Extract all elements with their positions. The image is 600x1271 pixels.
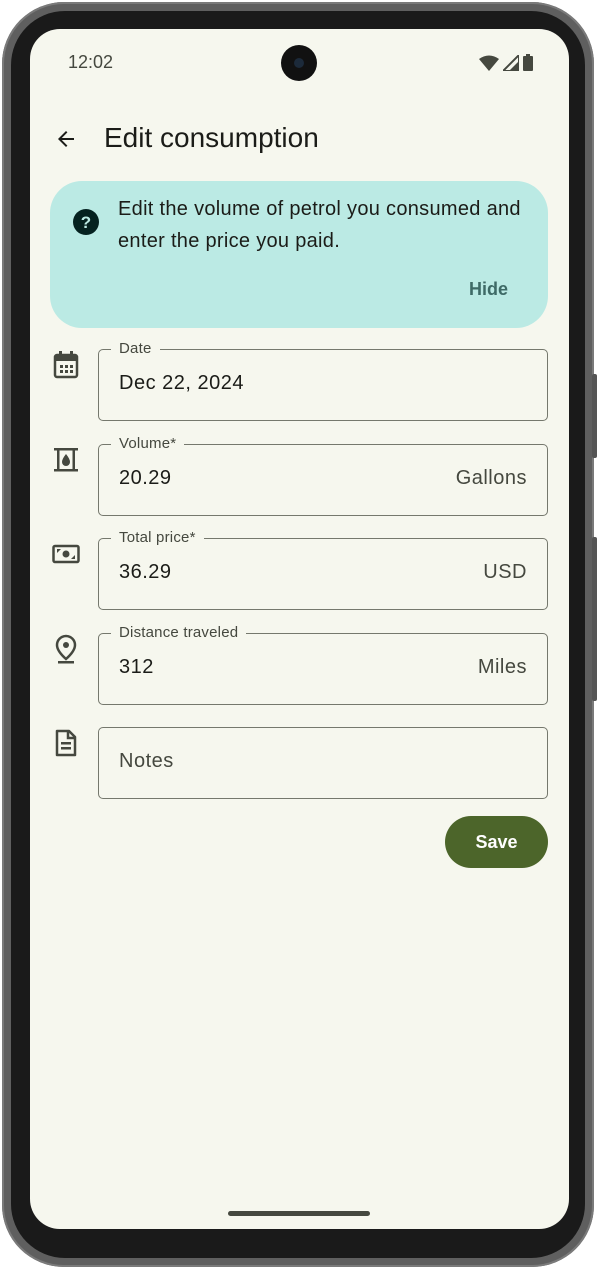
notes-placeholder: Notes <box>119 750 174 772</box>
volume-row: Volume* 20.29 Gallons <box>30 435 569 518</box>
signal-icon <box>503 54 519 71</box>
volume-label: Volume* <box>111 435 185 452</box>
status-icons <box>479 54 533 71</box>
notes-row: Notes <box>30 727 569 801</box>
total-price-row: Total price* 36.29 USD <box>30 529 569 612</box>
date-row: Date Dec 22, 2024 <box>30 340 569 423</box>
date-label: Date <box>111 340 160 357</box>
arrow-back-icon <box>58 131 74 147</box>
hide-button[interactable]: Hide <box>457 275 520 304</box>
back-button[interactable] <box>48 121 84 157</box>
total-price-label: Total price* <box>111 529 204 546</box>
distance-row: Distance traveled 312 Miles <box>30 624 569 707</box>
power-button <box>592 374 597 458</box>
help-circle-icon: ? <box>73 209 99 235</box>
money-icon <box>50 538 82 570</box>
distance-label: Distance traveled <box>111 624 247 641</box>
page-title: Edit consumption <box>104 122 319 153</box>
info-card: ? Edit the volume of petrol you consumed… <box>50 181 548 328</box>
save-button[interactable]: Save <box>445 816 548 868</box>
total-price-field[interactable]: Total price* 36.29 USD <box>98 529 548 610</box>
distance-unit: Miles <box>477 656 527 678</box>
distance-value: 312 <box>119 656 154 678</box>
wifi-icon <box>479 55 499 71</box>
battery-icon <box>523 54 533 71</box>
screen: 12:02 Edit consumption ? Edit the volume… <box>30 29 569 1229</box>
location-pin-icon <box>50 633 82 665</box>
document-icon <box>50 727 82 759</box>
home-indicator[interactable] <box>228 1211 370 1216</box>
fuel-icon <box>50 444 82 476</box>
notes-field[interactable]: Notes <box>98 727 548 799</box>
info-text: Edit the volume of petrol you consumed a… <box>118 198 521 252</box>
svg-text:?: ? <box>81 213 91 232</box>
status-time: 12:02 <box>68 52 114 72</box>
volume-field[interactable]: Volume* 20.29 Gallons <box>98 435 548 516</box>
volume-unit: Gallons <box>455 467 527 489</box>
total-price-value: 36.29 <box>119 561 172 583</box>
volume-button <box>592 537 597 701</box>
currency-unit: USD <box>483 561 527 583</box>
distance-field[interactable]: Distance traveled 312 Miles <box>98 624 548 705</box>
status-bar: 12:02 <box>30 29 569 97</box>
front-camera <box>281 45 317 81</box>
date-field[interactable]: Date Dec 22, 2024 <box>98 340 548 421</box>
volume-value: 20.29 <box>119 467 172 489</box>
calendar-icon <box>50 349 82 381</box>
date-value: Dec 22, 2024 <box>119 372 244 394</box>
top-app-bar: Edit consumption <box>30 111 569 167</box>
